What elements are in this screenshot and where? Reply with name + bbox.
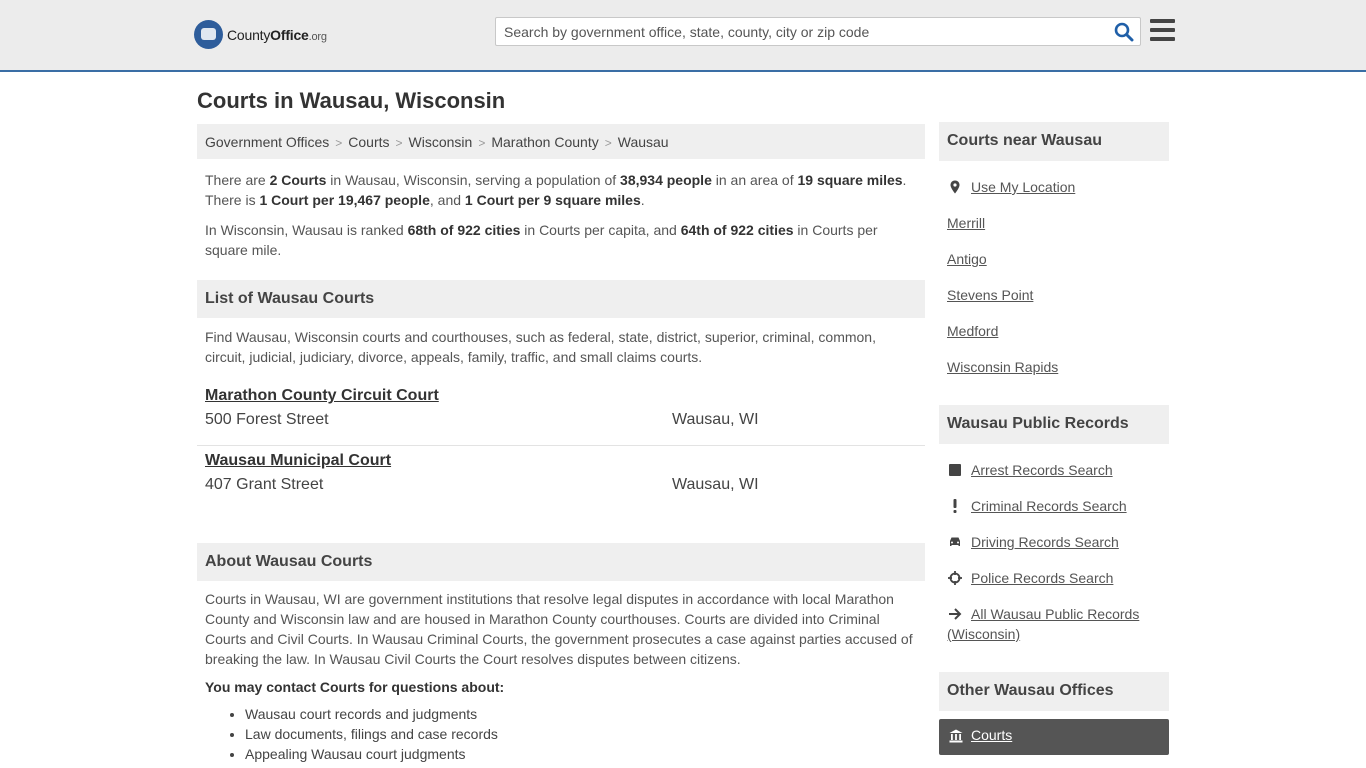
nearby-title: Courts near Wausau <box>939 122 1169 161</box>
sidebar-other-offices: Other Wausau Offices Courts <box>939 672 1169 755</box>
court-row: Wausau Municipal Court 407 Grant Street … <box>197 446 925 511</box>
chevron-right-icon: > <box>395 136 403 150</box>
arrest-records-link[interactable]: Arrest Records Search <box>971 462 1113 478</box>
list-item: Arrest Records Search <box>939 460 1169 496</box>
other-offices-title: Other Wausau Offices <box>939 672 1169 711</box>
court-address: 500 Forest Street <box>205 411 329 428</box>
crosshair-icon <box>948 571 962 585</box>
records-title: Wausau Public Records <box>939 405 1169 444</box>
site-header: CountyOffice.org <box>0 0 1366 72</box>
list-item: Antigo <box>939 249 1169 285</box>
nearby-city-link[interactable]: Wisconsin Rapids <box>947 359 1058 375</box>
sidebar-nearby: Courts near Wausau Use My Location Merri… <box>939 122 1169 393</box>
driving-records-link[interactable]: Driving Records Search <box>971 534 1119 550</box>
nearby-list: Use My Location Merrill Antigo Stevens P… <box>939 177 1169 393</box>
court-address: 407 Grant Street <box>205 476 324 493</box>
criminal-records-link[interactable]: Criminal Records Search <box>971 498 1127 514</box>
use-my-location-link[interactable]: Use My Location <box>971 179 1075 195</box>
courthouse-icon <box>949 729 963 743</box>
intro-paragraph: There are 2 Courts in Wausau, Wisconsin,… <box>205 172 907 208</box>
topic-list: Wausau court records and judgments Law d… <box>197 704 925 764</box>
search-input[interactable] <box>496 18 1096 45</box>
list-item: Merrill <box>939 213 1169 249</box>
search-icon[interactable] <box>1114 22 1134 42</box>
nearby-city-link[interactable]: Merrill <box>947 215 985 231</box>
all-public-records-link[interactable]: All Wausau Public Records (Wisconsin) <box>947 606 1139 642</box>
list-item: Police Records Search <box>939 568 1169 604</box>
main-content: Government Offices > Courts > Wisconsin > Mara… <box>197 124 925 764</box>
ranking-paragraph: In Wisconsin, Wausau is ranked 68th of 9… <box>205 222 878 258</box>
court-city: Wausau, WI <box>672 411 759 428</box>
exclamation-icon <box>953 499 957 513</box>
court-list: Marathon County Circuit Court 500 Forest… <box>197 381 925 511</box>
court-city: Wausau, WI <box>672 476 759 493</box>
list-item: Medford <box>939 321 1169 357</box>
list-item: Stevens Point <box>939 285 1169 321</box>
nearby-city-link[interactable]: Medford <box>947 323 998 339</box>
list-item: All Wausau Public Records (Wisconsin) <box>939 604 1169 644</box>
car-icon <box>950 537 960 546</box>
search-box <box>495 17 1141 46</box>
records-list: Arrest Records Search Criminal Records S… <box>939 460 1169 644</box>
list-item: Law documents, filings and case records <box>245 724 925 744</box>
about-section-title: About Wausau Courts <box>197 543 925 581</box>
hamburger-menu-icon[interactable] <box>1150 19 1175 41</box>
breadcrumb-wisconsin[interactable]: Wisconsin <box>409 134 473 150</box>
list-description: Find Wausau, Wisconsin courts and courth… <box>205 329 876 365</box>
list-item: Criminal Records Search <box>939 496 1169 532</box>
list-item: Driving Records Search <box>939 532 1169 568</box>
list-item: Appealing Wausau court judgments <box>245 744 925 764</box>
court-row: Marathon County Circuit Court 500 Forest… <box>197 381 925 446</box>
chevron-right-icon: > <box>335 136 343 150</box>
sidebar-item-courts[interactable]: Courts <box>939 719 1169 755</box>
list-item: Wausau court records and judgments <box>245 704 925 724</box>
about-paragraph: Courts in Wausau, WI are government inst… <box>205 591 913 667</box>
court-link[interactable]: Wausau Municipal Court <box>205 452 391 470</box>
site-logo[interactable]: CountyOffice.org <box>194 20 327 49</box>
chevron-right-icon: > <box>604 136 612 150</box>
contact-heading: You may contact Courts for questions abo… <box>205 679 505 695</box>
list-item: Wisconsin Rapids <box>939 357 1169 393</box>
list-section-title: List of Wausau Courts <box>197 280 925 318</box>
breadcrumb: Government Offices > Courts > Wisconsin > Mara… <box>197 124 925 159</box>
arrow-right-icon <box>949 608 962 620</box>
nearby-city-link[interactable]: Stevens Point <box>947 287 1033 303</box>
map-pin-icon <box>950 180 960 194</box>
police-records-link[interactable]: Police Records Search <box>971 570 1113 586</box>
breadcrumb-government-offices[interactable]: Government Offices <box>205 134 329 150</box>
chevron-right-icon: > <box>478 136 486 150</box>
use-location-item: Use My Location <box>939 177 1169 213</box>
breadcrumb-marathon-county[interactable]: Marathon County <box>491 134 598 150</box>
breadcrumb-courts[interactable]: Courts <box>348 134 389 150</box>
eagle-seal-icon <box>194 20 223 49</box>
breadcrumb-wausau[interactable]: Wausau <box>618 134 669 150</box>
sidebar-records: Wausau Public Records Arrest Records Sea… <box>939 405 1169 644</box>
court-link[interactable]: Marathon County Circuit Court <box>205 387 439 405</box>
logo-text: CountyOffice.org <box>227 26 327 43</box>
courts-office-link[interactable]: Courts <box>971 727 1012 743</box>
square-icon <box>949 464 961 476</box>
nearby-city-link[interactable]: Antigo <box>947 251 987 267</box>
page-title: Courts in Wausau, Wisconsin <box>197 88 506 113</box>
